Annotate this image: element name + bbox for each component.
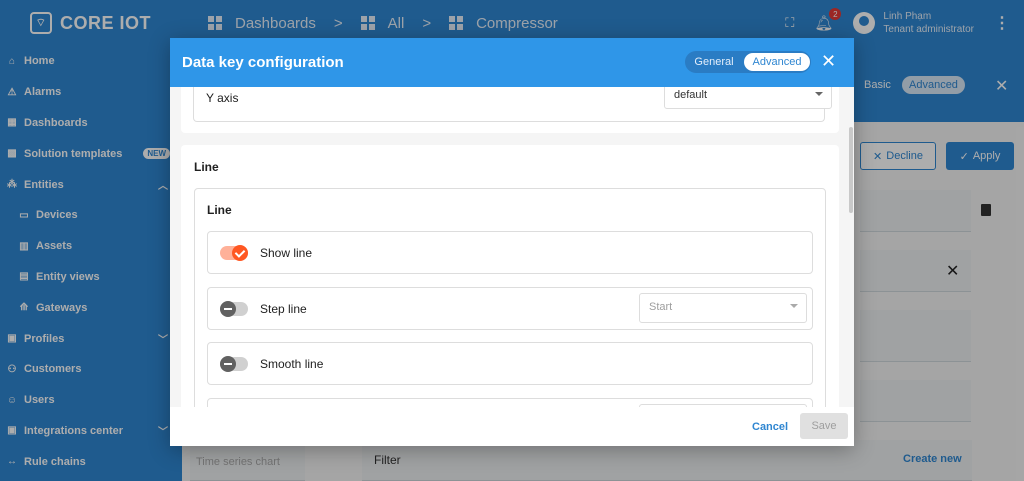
toggle-knob-icon: [220, 356, 236, 372]
smooth-line-row: Smooth line: [207, 342, 813, 385]
tab-advanced[interactable]: Advanced: [744, 53, 810, 71]
step-line-toggle[interactable]: [220, 301, 248, 317]
y-axis-select[interactable]: default: [664, 87, 832, 109]
dialog-body: Y axis default Line Line Show line Step …: [170, 87, 854, 407]
scrollbar[interactable]: [849, 127, 853, 213]
data-key-configuration-dialog: Data key configuration General Advanced …: [170, 38, 854, 446]
step-type-select[interactable]: Start: [639, 293, 807, 323]
axis-settings-card: Y axis default: [181, 87, 839, 133]
smooth-line-toggle[interactable]: [220, 356, 248, 372]
group-title: Line: [207, 203, 232, 217]
toggle-knob-icon: [220, 301, 236, 317]
step-line-row: Step line Start: [207, 287, 813, 330]
smooth-line-label: Smooth line: [260, 357, 324, 371]
dropdown-arrow-icon: [790, 304, 798, 308]
show-line-toggle[interactable]: [220, 245, 248, 261]
mode-toggle: General Advanced: [685, 51, 811, 73]
step-type-value: Start: [649, 301, 673, 313]
line-settings-card: Line Line Show line Step line Start Smoo…: [181, 145, 839, 407]
next-row: [207, 398, 813, 407]
close-icon[interactable]: ✕: [821, 50, 836, 72]
save-button[interactable]: Save: [800, 413, 848, 439]
step-line-label: Step line: [260, 302, 307, 316]
dialog-header: Data key configuration General Advanced …: [170, 38, 854, 87]
section-title: Line: [194, 160, 219, 174]
tab-general[interactable]: General: [685, 56, 743, 68]
y-axis-label: Y axis: [206, 91, 239, 105]
dialog-title: Data key configuration: [182, 54, 344, 71]
dialog-footer: Cancel Save: [170, 407, 854, 446]
cancel-button[interactable]: Cancel: [752, 421, 788, 433]
show-line-row: Show line: [207, 231, 813, 274]
line-settings-group: Line Show line Step line Start Smooth li…: [194, 188, 826, 407]
show-line-label: Show line: [260, 246, 313, 260]
y-axis-value: default: [674, 89, 708, 101]
y-axis-row: Y axis default: [193, 87, 832, 122]
toggle-knob-check-icon: [232, 245, 248, 261]
dropdown-arrow-icon: [815, 92, 823, 96]
